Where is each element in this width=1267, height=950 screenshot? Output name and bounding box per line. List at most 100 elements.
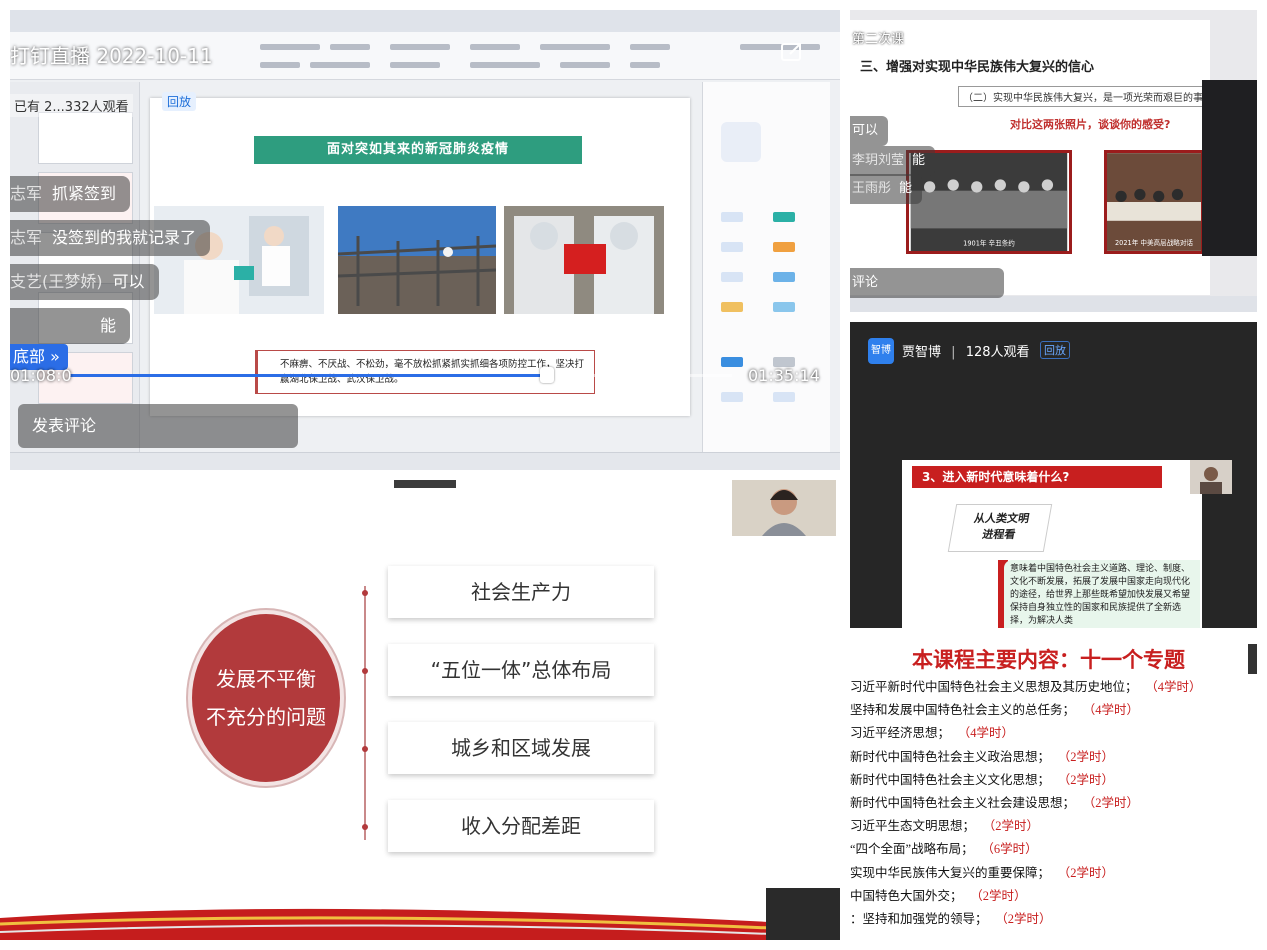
total-time: 01:35:14 xyxy=(748,366,820,385)
comment-bubble: 李玥刘莹能 xyxy=(850,146,936,176)
progress-handle[interactable] xyxy=(540,367,554,383)
topic-hours: （2学时） xyxy=(989,819,1040,834)
comment-bubble: 王雨彤能 xyxy=(850,174,923,204)
topic-name: 实现中华民族伟大复兴的重要保障； xyxy=(850,865,1051,880)
photo-caption-right: 2021年 中美高层战略对话 xyxy=(1115,238,1193,247)
historical-photo-right: 2021年 中美高层战略对话 xyxy=(1104,150,1204,254)
share-icon[interactable] xyxy=(780,40,804,64)
comment-text: 没签到的我就记录了 xyxy=(52,228,197,247)
topic-hours: （2学时） xyxy=(1001,911,1052,926)
topic-name: 新时代中国特色社会主义社会建设思想； xyxy=(850,795,1076,810)
comment-input[interactable]: 发表评论 xyxy=(18,404,298,448)
window-title-strip xyxy=(394,480,456,488)
topic-name: 坚持和发展中国特色社会主义的总任务； xyxy=(850,703,1076,718)
topic-hours: （2学时） xyxy=(1089,795,1140,810)
comment-bubble: 志军 没签到的我就记录了 xyxy=(10,220,211,256)
course-outline-panel: 本课程主要内容：十一个专题 习近平新时代中国特色社会主义思想及其历史地位； （4学… xyxy=(850,638,1257,940)
course-topic-item: ：坚持和加强党的领导； （2学时） xyxy=(850,908,1202,931)
slide-badge: 从人类文明 进程看 xyxy=(947,504,1053,552)
slide-thumbnail[interactable] xyxy=(38,112,133,164)
slide-subheading: （二）实现中华民族伟大复兴，是一项光荣而艰巨的事业 xyxy=(958,86,1208,107)
course-topic-item: 坚持和发展中国特色社会主义的总任务； （4学时） xyxy=(850,699,1202,722)
teacher-camera xyxy=(732,480,836,536)
host-name: 贾智博 | 128人观看 xyxy=(902,341,1030,360)
corner-thumbnail xyxy=(766,888,840,940)
comment-input[interactable]: 评论 xyxy=(850,268,1004,298)
connector-dot xyxy=(362,746,368,752)
edge-strip xyxy=(1248,644,1257,674)
topic-box: 社会生产力 xyxy=(388,566,654,618)
session-label: 第二次课 xyxy=(852,32,905,47)
lesson-slide: 3、进入新时代意味着什么? 从人类文明 进程看 意味着中国特色社会主义道路、理论… xyxy=(902,460,1202,628)
host-name-text: 贾智博 xyxy=(902,345,942,360)
comment-bubble: 支艺(王梦娇) 可以 xyxy=(10,264,159,300)
topic-name: “四个全面”战略布局； xyxy=(850,842,974,857)
live-panel-top-right[interactable]: 三、增强对实现中华民族伟大复兴的信心 （二）实现中华民族伟大复兴，是一项光荣而艰… xyxy=(850,10,1257,312)
current-slide: 面对突如其来的新冠肺炎疫情 不麻痹、不厌战、不松劲，毫不放松抓紧抓实抓细各项防控… xyxy=(150,98,690,416)
topic-box: 城乡和区域发展 xyxy=(388,722,654,774)
topic-hours: （6学时） xyxy=(987,842,1038,857)
badge-line: 从人类文明 xyxy=(973,512,1031,525)
course-title: 本课程主要内容：十一个专题 xyxy=(912,647,1185,672)
topic-hours: （4学时） xyxy=(1151,680,1202,694)
connector-dot xyxy=(362,668,368,674)
current-time: 01:08:0 xyxy=(10,366,72,385)
live-panel-mid-right[interactable]: 智博 贾智博 | 128人观看 回放 3、进入新时代意味着什么? 从人类文明 进… xyxy=(850,322,1257,628)
comment-text: 抓紧签到 xyxy=(52,184,117,203)
app-tab-bar xyxy=(10,10,840,32)
course-topic-item: 新时代中国特色社会主义文化思想； （2学时） xyxy=(850,769,1202,792)
connector-line xyxy=(364,586,366,840)
course-topic-list: 习近平新时代中国特色社会主义思想及其历史地位； （4学时） 坚持和发展中国特色社会主… xyxy=(850,676,1202,931)
topic-name: 习近平新时代中国特色社会主义思想及其历史地位； xyxy=(850,680,1138,694)
connector-dot xyxy=(362,824,368,830)
topic-box: 收入分配差距 xyxy=(388,800,654,852)
comment-bubble: 能 xyxy=(10,308,131,344)
comment-text: 能 xyxy=(912,153,926,168)
slide-question: 对比这两张照片，谈谈你的感受? xyxy=(1010,118,1171,131)
course-topic-item: 新时代中国特色社会主义政治思想； （2学时） xyxy=(850,746,1202,769)
live-replay-panel-main[interactable]: 面对突如其来的新冠肺炎疫情 不麻痹、不厌战、不松劲，毫不放松抓紧抓实抓细各项防控… xyxy=(10,10,840,470)
comment-text: 可以 xyxy=(112,272,145,291)
topic-hours: （2学时） xyxy=(1064,749,1115,764)
topic-hours: （4学时） xyxy=(964,726,1015,741)
comment-text: 能 xyxy=(100,316,117,335)
slide-heading: 三、增强对实现中华民族伟大复兴的信心 xyxy=(860,60,1095,75)
chat-side-panel xyxy=(1202,80,1257,256)
connector-dot xyxy=(362,590,368,596)
course-topic-item: 习近平经济思想； （4学时） xyxy=(850,722,1202,745)
slide-panel-bottom-left: 发展不平衡 不充分的问题 社会生产力 “五位一体”总体布局 城乡和区域发展 收入… xyxy=(0,478,840,940)
separator: | xyxy=(951,345,956,360)
topic-name: 新时代中国特色社会主义文化思想； xyxy=(850,772,1051,787)
comment-user: 支艺(王梦娇) xyxy=(10,272,103,291)
app-status-bar xyxy=(10,452,840,470)
decorative-swoosh xyxy=(0,908,770,940)
course-topic-item: 中国特色大国外交； （2学时） xyxy=(850,885,1202,908)
comment-user: 李玥刘莹 xyxy=(852,153,905,168)
photo-caption-left: 1901年 辛丑条约 xyxy=(963,238,1015,247)
topic-hours: （2学时） xyxy=(1064,772,1115,787)
circle-line: 发展不平衡 xyxy=(216,667,316,691)
topic-name: 习近平经济思想； xyxy=(850,726,951,741)
comment-text: 可以 xyxy=(852,123,879,138)
progress-fill xyxy=(70,374,547,377)
host-avatar[interactable]: 智博 xyxy=(868,338,894,364)
replay-badge: 回放 xyxy=(162,92,197,111)
circle-line: 不充分的问题 xyxy=(206,705,326,729)
comment-bubble: 可以 xyxy=(850,116,889,146)
replay-badge: 回放 xyxy=(1040,341,1070,359)
course-topic-item: 习近平新时代中国特色社会主义思想及其历史地位； （4学时） xyxy=(850,676,1202,699)
medical-worker-photo xyxy=(504,206,664,314)
comment-text: 能 xyxy=(899,181,913,196)
topic-name: 新时代中国特色社会主义政治思想； xyxy=(850,749,1051,764)
topic-hours: （4学时） xyxy=(1089,703,1140,718)
slide-body: 意味着中国特色社会主义道路、理论、制度、文化不断发展，拓展了发展中国家走向现代化… xyxy=(1004,560,1200,628)
comment-user: 志军 xyxy=(10,228,43,247)
template-side-panel[interactable] xyxy=(702,82,830,452)
windows-taskbar xyxy=(850,296,1257,312)
badge-line: 进程看 xyxy=(981,528,1017,541)
topic-name: 中国特色大国外交； xyxy=(850,888,963,903)
construction-photo xyxy=(338,206,496,314)
topic-name: ：坚持和加强党的领导； xyxy=(850,911,988,926)
slide-banner: 面对突如其来的新冠肺炎疫情 xyxy=(254,136,582,164)
topic-name: 习近平生态文明思想； xyxy=(850,819,976,834)
